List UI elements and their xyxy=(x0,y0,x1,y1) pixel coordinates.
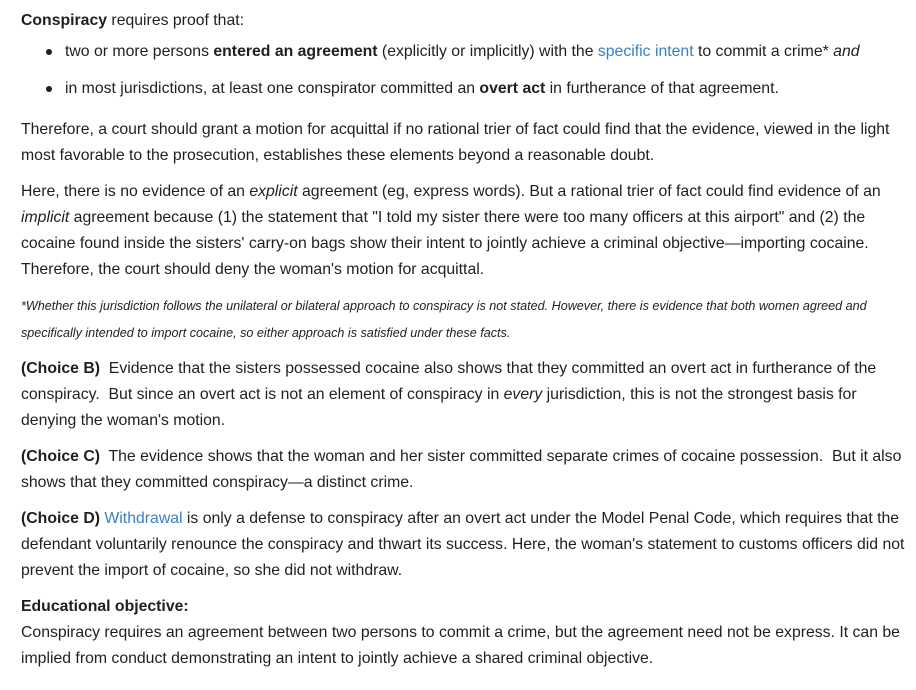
analysis-text: Here, there is no evidence of an xyxy=(21,183,250,200)
conspiracy-term: Conspiracy xyxy=(21,12,108,29)
analysis-text: agreement because (1) the statement that… xyxy=(21,209,869,278)
bullet-text: in most jurisdictions, at least one cons… xyxy=(65,80,480,97)
specific-intent-link[interactable]: specific intent xyxy=(598,43,694,60)
bullet-text: in furtherance of that agreement. xyxy=(545,80,779,97)
every-emphasis: every xyxy=(503,386,543,403)
educational-objective-text: Conspiracy requires an agreement between… xyxy=(21,624,900,667)
bullet-icon xyxy=(46,49,52,55)
bullet-text: (explicitly or implicitly) with the xyxy=(377,43,598,60)
educational-objective-heading: Educational objective: xyxy=(21,598,189,615)
explicit-emphasis: explicit xyxy=(249,183,298,200)
agreement-term: entered an agreement xyxy=(213,43,378,60)
choice-d-label: (Choice D) xyxy=(21,510,100,527)
elements-list: two or more persons entered an agreement… xyxy=(21,39,906,102)
footnote: *Whether this jurisdiction follows the u… xyxy=(21,299,867,340)
list-item: in most jurisdictions, at least one cons… xyxy=(21,76,906,102)
explanation-content: Conspiracy requires proof that: two or m… xyxy=(0,0,916,672)
choice-c-explanation: (Choice C) The evidence shows that the w… xyxy=(21,444,906,496)
educational-objective: Educational objective: Conspiracy requir… xyxy=(21,594,906,672)
analysis-paragraph: Here, there is no evidence of an explici… xyxy=(21,179,906,283)
choice-b-explanation: (Choice B) Evidence that the sisters pos… xyxy=(21,356,906,434)
choice-d-explanation: (Choice D) Withdrawal is only a defense … xyxy=(21,506,906,584)
list-item: two or more persons entered an agreement… xyxy=(21,39,906,65)
bullet-text: two or more persons xyxy=(65,43,214,60)
choice-c-text: The evidence shows that the woman and he… xyxy=(21,448,906,491)
bullet-icon xyxy=(46,86,52,92)
implicit-emphasis: implicit xyxy=(21,209,70,226)
choice-b-label: (Choice B) xyxy=(21,360,100,377)
analysis-text: agreement (eg, express words). But a rat… xyxy=(297,183,881,200)
conspiracy-definition-rest: requires proof that: xyxy=(107,12,245,29)
therefore-paragraph: Therefore, a court should grant a motion… xyxy=(21,121,890,164)
conspiracy-definition: Conspiracy requires proof that: xyxy=(21,8,906,34)
and-emphasis: and xyxy=(833,43,860,60)
overt-act-term: overt act xyxy=(479,80,546,97)
withdrawal-link[interactable]: Withdrawal xyxy=(104,510,182,527)
choice-c-label: (Choice C) xyxy=(21,448,100,465)
bullet-text: to commit a crime* xyxy=(693,43,834,60)
